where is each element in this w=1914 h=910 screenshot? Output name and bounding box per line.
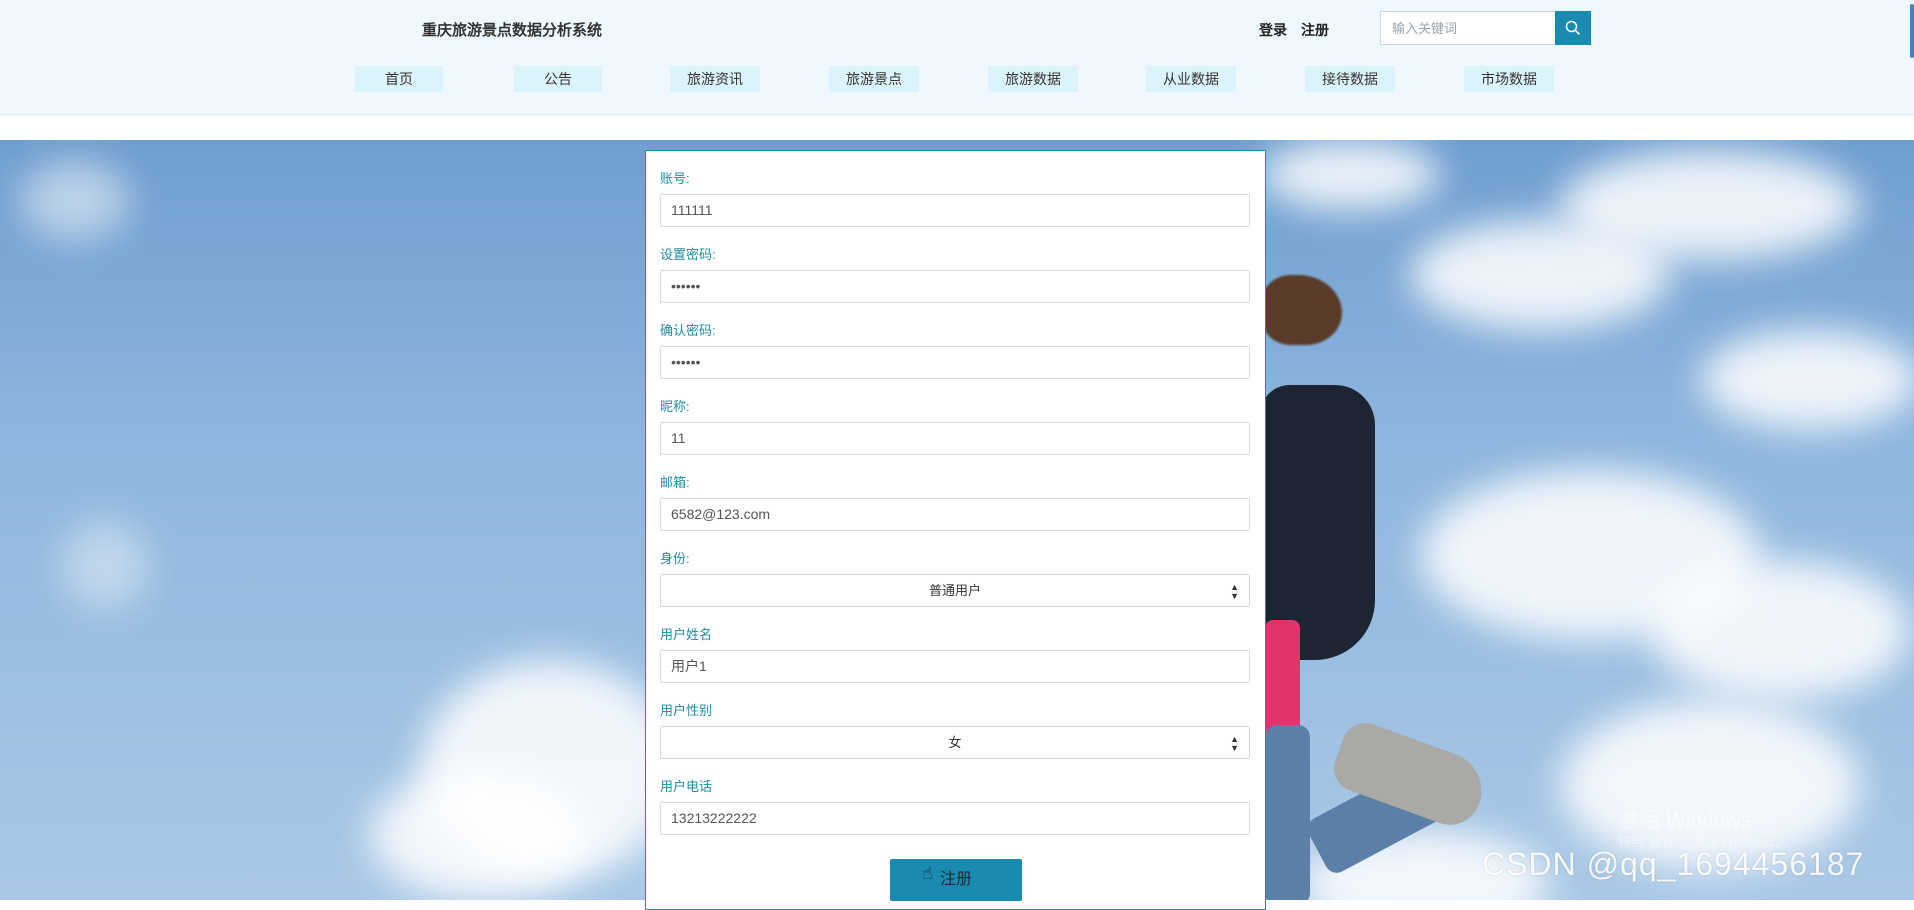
role-select-value: 普通用户 (928, 583, 981, 598)
login-link[interactable]: 登录 (1259, 20, 1287, 40)
username-input[interactable]: 用户1 (660, 650, 1250, 683)
header: 重庆旅游景点数据分析系统 登录 注册 首页 公告 旅游资讯 旅游景点 旅游数据 … (0, 0, 1914, 115)
account-label: 账号: (660, 171, 690, 186)
nickname-input[interactable]: 11 (660, 422, 1250, 455)
search-box (1380, 11, 1591, 45)
search-button[interactable] (1555, 11, 1591, 45)
csdn-watermark: CSDN @qq_1694456187 (1482, 846, 1865, 882)
register-submit-button[interactable]: 注册 (890, 859, 1022, 901)
gender-select[interactable]: 女 ▲ ▼ (660, 726, 1250, 759)
site-title: 重庆旅游景点数据分析系统 (422, 22, 603, 39)
select-arrows-icon: ▲ ▼ (1230, 582, 1239, 601)
search-icon (1565, 20, 1581, 36)
gender-select-value: 女 (948, 735, 962, 750)
windows-activation-watermark: 激活 Windows (1618, 809, 1752, 832)
role-label: 身份: (660, 551, 690, 566)
nav-item-scenic-spots[interactable]: 旅游景点 (829, 66, 919, 92)
hand-cursor-icon: ☝ (922, 863, 933, 883)
gender-label: 用户性别 (660, 703, 713, 718)
phone-input[interactable]: 13213222222 (660, 802, 1250, 835)
nav-item-reception-data[interactable]: 接待数据 (1305, 66, 1395, 92)
email-input[interactable]: 6582@123.com (660, 498, 1250, 531)
password-label: 设置密码: (660, 247, 716, 262)
nav-item-notice[interactable]: 公告 (514, 66, 602, 92)
username-label: 用户姓名 (660, 627, 713, 642)
confirm-password-label: 确认密码: (660, 323, 716, 338)
phone-label: 用户电话 (660, 779, 713, 794)
select-arrows-icon: ▲ ▼ (1230, 734, 1239, 753)
register-form: 账号: 111111 设置密码: •••••• 确认密码: •••••• 昵称:… (645, 150, 1266, 910)
scrollbar-thumb[interactable] (1910, 4, 1914, 58)
header-divider-strip (0, 115, 1914, 140)
role-select[interactable]: 普通用户 ▲ ▼ (660, 574, 1250, 607)
nav-item-market-data[interactable]: 市场数据 (1464, 66, 1554, 92)
nav-item-employment-data[interactable]: 从业数据 (1146, 66, 1236, 92)
account-input[interactable]: 111111 (660, 194, 1250, 227)
password-input[interactable]: •••••• (660, 270, 1250, 303)
nav-item-home[interactable]: 首页 (355, 66, 443, 92)
confirm-password-input[interactable]: •••••• (660, 346, 1250, 379)
nav-item-travel-data[interactable]: 旅游数据 (988, 66, 1078, 92)
register-link[interactable]: 注册 (1301, 20, 1329, 40)
email-label: 邮箱: (660, 475, 690, 490)
nav-item-travel-news[interactable]: 旅游资讯 (670, 66, 760, 92)
nickname-label: 昵称: (660, 399, 690, 414)
search-input[interactable] (1381, 12, 1557, 44)
